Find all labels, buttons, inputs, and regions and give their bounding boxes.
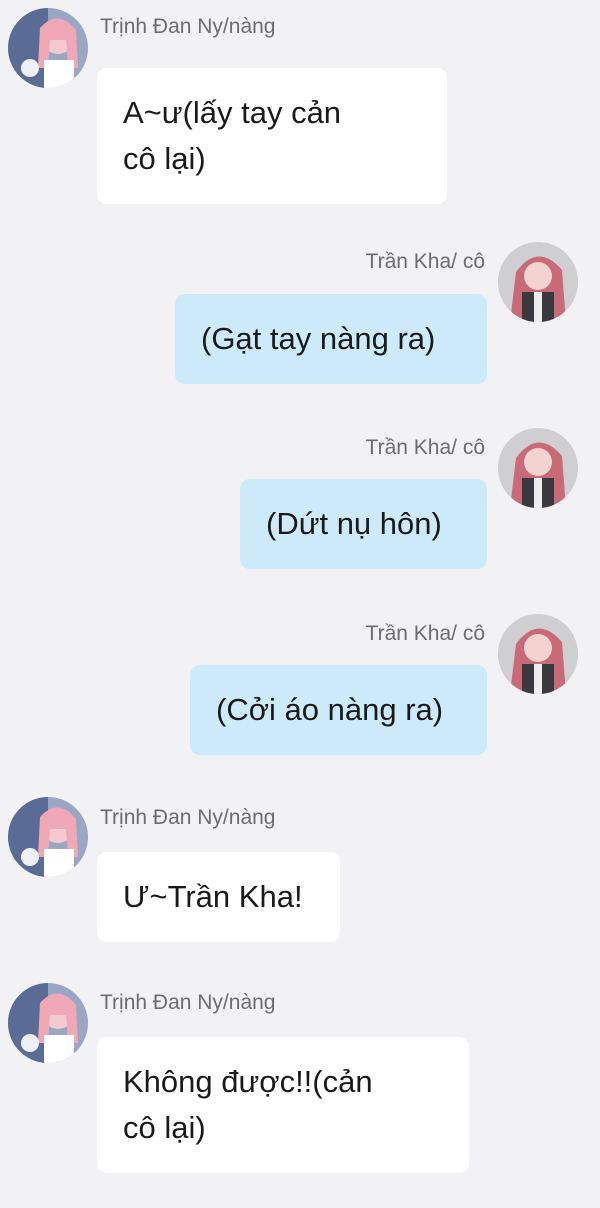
sender-name: Trịnh Đan Ny/nàng	[100, 806, 276, 829]
sender-name: Trần Kha/ cô	[365, 250, 485, 273]
message-text: cô lại)	[123, 1110, 206, 1145]
message-text: Không được!!(cản	[123, 1064, 373, 1099]
avatar-nang-icon	[8, 983, 88, 1063]
avatar[interactable]	[8, 983, 88, 1063]
sender-name: Trần Kha/ cô	[365, 622, 485, 645]
message-text: Ư~Trần Kha!	[123, 879, 303, 914]
sender-name: Trịnh Đan Ny/nàng	[100, 15, 276, 38]
avatar-nang-icon	[8, 797, 88, 877]
sender-name: Trịnh Đan Ny/nàng	[100, 991, 276, 1014]
message-text: (Gạt tay nàng ra)	[201, 321, 436, 356]
message-bubble[interactable]: (Cởi áo nàng ra)	[190, 665, 487, 755]
message-text: (Cởi áo nàng ra)	[216, 692, 444, 727]
avatar[interactable]	[498, 428, 578, 508]
avatar[interactable]	[498, 242, 578, 322]
message-text: cô lại)	[123, 141, 206, 176]
avatar-nang-icon	[8, 8, 88, 88]
avatar-co-icon	[498, 242, 578, 322]
avatar-co-icon	[498, 614, 578, 694]
message-bubble[interactable]: (Gạt tay nàng ra)	[175, 294, 487, 384]
avatar[interactable]	[8, 797, 88, 877]
message-bubble[interactable]: A~ư(lấy tay cản cô lại)	[97, 68, 447, 204]
message-text: (Dứt nụ hôn)	[266, 506, 442, 541]
message-bubble[interactable]: Không được!!(cản cô lại)	[97, 1037, 469, 1173]
message-bubble[interactable]: Ư~Trần Kha!	[97, 852, 340, 942]
message-text: A~ư(lấy tay cản	[123, 95, 342, 130]
sender-name: Trần Kha/ cô	[365, 436, 485, 459]
avatar[interactable]	[498, 614, 578, 694]
avatar[interactable]	[8, 8, 88, 88]
message-bubble[interactable]: (Dứt nụ hôn)	[240, 479, 487, 569]
avatar-co-icon	[498, 428, 578, 508]
